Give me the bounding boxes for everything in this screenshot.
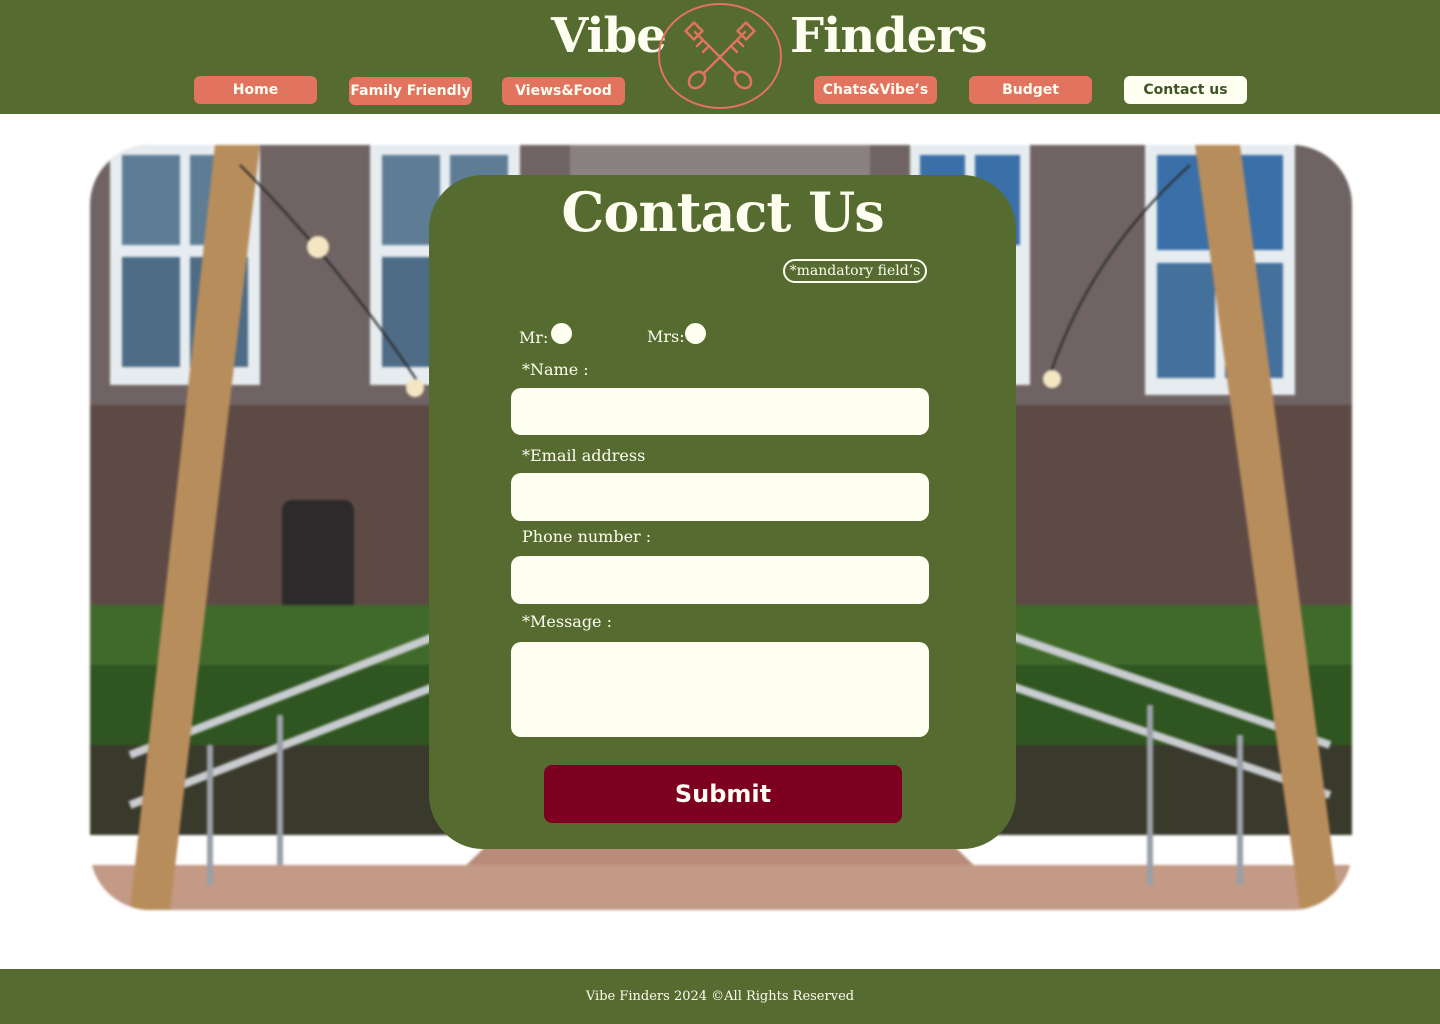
site-footer: Vibe Finders 2024 ©All Rights Reserved [0,969,1440,1024]
phone-field[interactable] [511,556,929,604]
nav-home[interactable]: Home [194,76,317,104]
brand-name-right: Finders [790,8,988,64]
message-field[interactable] [511,642,929,737]
brand-name-left: Vibe [551,8,667,64]
nav-views-food[interactable]: Views&Food [502,77,625,105]
crossed-keys-icon[interactable] [657,2,783,110]
mrs-radio[interactable] [685,323,706,344]
mrs-label: Mrs: [647,327,685,346]
nav-family-friendly[interactable]: Family Friendly [349,77,472,105]
page-title: Contact Us [561,180,884,244]
site-header: Vibe Finders Home Family Friendly Views&… [0,0,1440,114]
submit-button[interactable]: Submit [544,765,902,823]
mandatory-note: *mandatory field’s [783,259,927,283]
message-label: *Message : [522,612,612,631]
copyright-text: Vibe Finders 2024 ©All Rights Reserved [585,989,855,1004]
email-label: *Email address [522,446,646,465]
email-field[interactable] [511,473,929,521]
phone-label: Phone number : [522,527,652,546]
contact-form-card: Contact Us *mandatory field’s Mr: Mrs: *… [429,175,1016,849]
nav-contact-us[interactable]: Contact us [1124,76,1247,104]
name-field[interactable] [511,388,929,435]
mr-radio[interactable] [551,323,572,344]
nav-chats-vibes[interactable]: Chats&Vibe’s [814,76,937,104]
mr-label: Mr: [519,328,549,347]
name-label: *Name : [522,360,589,379]
nav-budget[interactable]: Budget [969,76,1092,104]
